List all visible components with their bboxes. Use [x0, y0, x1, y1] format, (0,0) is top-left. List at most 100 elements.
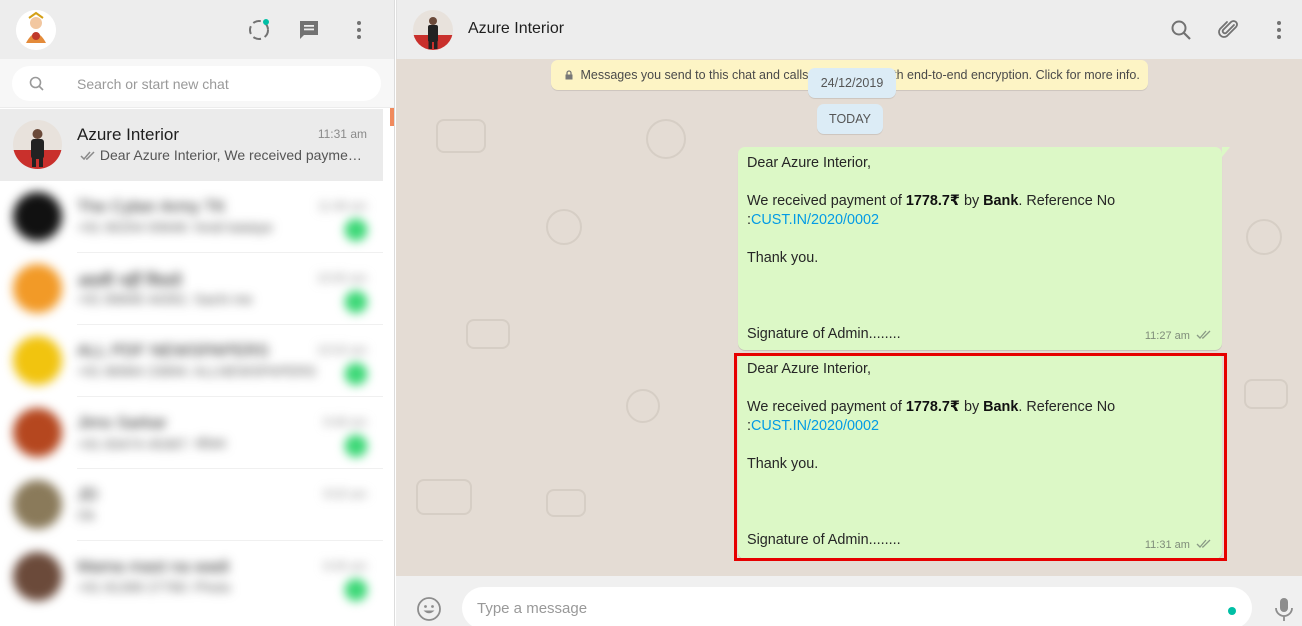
background-doodle — [1244, 379, 1288, 409]
double-tick-icon — [80, 151, 95, 161]
unread-badge: 1 — [345, 435, 367, 457]
outgoing-message[interactable]: Dear Azure Interior, We received payment… — [738, 353, 1222, 559]
message-meta: 11:27 am — [1145, 327, 1212, 346]
background-doodle — [416, 479, 472, 515]
unread-badge: 1 — [345, 219, 367, 241]
chat-list-pane: Azure Interior 11:31 am Dear Azure Inter… — [0, 0, 395, 626]
avatar — [13, 552, 62, 601]
chat-item[interactable]: अदमी नहीं मिलते 10:50 am +91 89846 44391… — [0, 253, 383, 325]
unread-badge: 1 — [345, 579, 367, 601]
emoji-icon[interactable] — [416, 596, 442, 622]
message-signature: Signature of Admin........ — [747, 532, 901, 548]
background-doodle — [1246, 219, 1282, 255]
menu-icon[interactable] — [347, 18, 371, 42]
chat-name: Mama mast na wadi — [77, 557, 230, 576]
message-reference-line: :CUST.IN/2020/0002 — [747, 418, 879, 434]
message-thanks: Thank you. — [747, 250, 819, 266]
date-chip: TODAY — [817, 104, 883, 134]
conversation-pane: Azure Interior Messages you send to this… — [396, 0, 1302, 626]
chat-name: The Cyber Army TK — [77, 197, 226, 216]
avatar — [13, 408, 62, 457]
message-meta: 11:31 am — [1145, 536, 1212, 555]
background-doodle — [546, 209, 582, 245]
outgoing-message[interactable]: Dear Azure Interior, We received payment… — [738, 147, 1230, 350]
message-greeting: Dear Azure Interior, — [747, 155, 871, 171]
avatar — [13, 264, 62, 313]
message-thanks: Thank you. — [747, 456, 819, 472]
double-tick-icon — [1196, 330, 1211, 339]
double-tick-icon — [1196, 539, 1211, 548]
avatar — [13, 480, 62, 529]
chat-preview-text: Dear Azure Interior, We received payment… — [99, 147, 362, 163]
chat-preview: +91 90254 00646: hindi bataiye — [77, 219, 273, 235]
payment-bank: Bank — [983, 193, 1019, 209]
search-box — [12, 66, 381, 101]
chat-preview: Ok — [77, 507, 95, 523]
menu-icon[interactable] — [1267, 18, 1291, 42]
chat-preview: +91 89846 44391: Sachi me — [77, 291, 253, 307]
message-time: 11:31 am — [1144, 539, 1190, 551]
chat-item[interactable]: Mama mast na wadi 8:45 am +91 81399 2778… — [0, 541, 383, 613]
chat-time: 10:50 am — [316, 271, 367, 285]
background-doodle — [646, 119, 686, 159]
background-doodle — [626, 389, 660, 423]
message-greeting: Dear Azure Interior, — [747, 361, 871, 377]
message-input[interactable] — [462, 587, 1252, 626]
status-dot — [1228, 607, 1236, 615]
avatar — [13, 192, 62, 241]
reference-link[interactable]: CUST.IN/2020/0002 — [751, 212, 879, 228]
new-chat-icon[interactable] — [297, 18, 321, 42]
chat-time: 9:03 am — [323, 487, 367, 501]
chat-time: 11:48 am — [317, 199, 367, 213]
chat-name: अदमी नहीं मिलते — [77, 272, 182, 291]
chat-name: Jims Sarkar — [77, 413, 167, 432]
chat-item[interactable]: Jims Sarkar 9:48 am +91 83474 45387: भोज… — [0, 397, 383, 469]
attach-icon[interactable] — [1217, 18, 1241, 42]
chat-list: Azure Interior 11:31 am Dear Azure Inter… — [0, 109, 394, 626]
chat-name: Azure Interior — [77, 125, 180, 144]
message-time: 11:27 am — [1144, 330, 1190, 342]
status-icon[interactable] — [247, 18, 271, 42]
message-payment-line: We received payment of 1778.7₹ by Bank. … — [747, 193, 1116, 209]
message-signature: Signature of Admin........ — [747, 326, 901, 342]
composer-bar — [396, 576, 1302, 626]
date-chip: 24/12/2019 — [808, 68, 896, 98]
background-doodle — [546, 489, 586, 517]
message-payment-line: We received payment of 1778.7₹ by Bank. … — [747, 399, 1116, 415]
lock-icon — [565, 70, 573, 80]
search-icon[interactable] — [28, 75, 46, 93]
chat-name: ALL PDF NEWSPAPERS — [77, 341, 269, 360]
mic-icon[interactable] — [1272, 596, 1296, 622]
contact-name[interactable]: Azure Interior — [468, 20, 564, 38]
chat-time: 8:45 am — [323, 559, 367, 573]
chat-preview: +91 81399 27780: Photo — [77, 579, 231, 595]
payment-amount: 1778.7₹ — [905, 193, 960, 209]
avatar — [13, 336, 62, 385]
reference-link[interactable]: CUST.IN/2020/0002 — [751, 418, 879, 434]
chat-time: 10:03 am — [316, 343, 367, 357]
background-doodle — [466, 319, 510, 349]
chat-item[interactable]: ALL PDF NEWSPAPERS 10:03 am +91 86964 23… — [0, 325, 383, 397]
chat-time: 11:31 am — [317, 127, 367, 141]
unread-badge: 1 — [345, 291, 367, 313]
search-bar — [0, 59, 394, 108]
search-icon[interactable] — [1169, 18, 1193, 42]
background-doodle — [436, 119, 486, 153]
chat-item-azure-interior[interactable]: Azure Interior 11:31 am Dear Azure Inter… — [0, 109, 383, 181]
chat-preview: +91 83474 45387: भोजन — [77, 436, 226, 452]
my-profile-avatar[interactable] — [16, 10, 56, 50]
message-area[interactable]: Messages you send to this chat and calls… — [396, 59, 1302, 576]
chat-time: 9:48 am — [323, 415, 367, 429]
unread-badge: 1 — [345, 363, 367, 385]
chat-item[interactable]: JD 9:03 am Ok — [0, 469, 383, 541]
contact-avatar[interactable] — [413, 10, 453, 50]
chat-item[interactable]: The Cyber Army TK 11:48 am +91 90254 006… — [0, 181, 383, 253]
payment-bank: Bank — [983, 399, 1019, 415]
left-header — [0, 0, 394, 59]
bubble-tail — [1222, 147, 1230, 157]
chat-preview: +91 86964 23894: ALLNEWSPAPERS — [77, 363, 317, 379]
avatar — [13, 120, 62, 169]
search-input[interactable] — [77, 66, 367, 101]
payment-amount: 1778.7₹ — [905, 399, 960, 415]
chat-name: JD — [77, 485, 98, 504]
